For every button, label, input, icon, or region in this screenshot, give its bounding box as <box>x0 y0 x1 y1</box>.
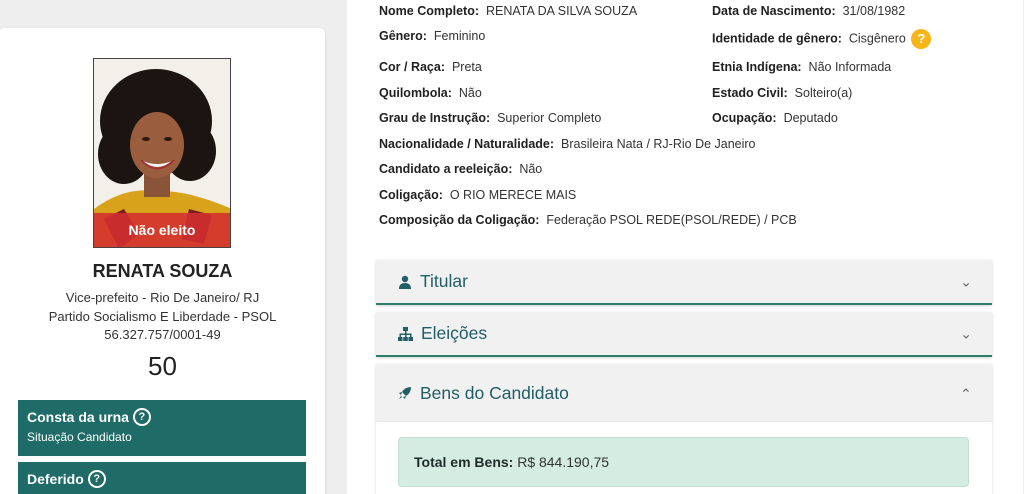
accordion-header[interactable]: Eleições <box>376 312 992 355</box>
value: RENATA DA SILVA SOUZA <box>485 4 638 18</box>
field-coligacao: Coligação: O RIO MERECE MAIS <box>379 188 576 202</box>
value: O RIO MERECE MAIS <box>449 188 577 202</box>
accordion-title: Bens do Candidato <box>420 382 569 403</box>
status-urna-label: Consta da urna <box>27 409 129 425</box>
status-card-title: Consta da urna ? <box>27 408 297 426</box>
status-card-urna: Consta da urna ? Situação Candidato <box>18 400 306 456</box>
candidate-photo: Não eleito <box>93 58 231 248</box>
chevron-up-icon[interactable]: ⌄ <box>960 385 972 402</box>
field-identidade-genero: Identidade de gênero: Cisgênero ? <box>712 29 932 49</box>
status-deferido-label: Deferido <box>27 471 84 487</box>
candidate-number: 50 <box>148 351 177 381</box>
candidate-name: RENATA SOUZA <box>92 261 233 281</box>
accordion-title: Titular <box>420 271 468 291</box>
value: Solteiro(a) <box>794 86 853 100</box>
value: Superior Completo <box>497 111 602 125</box>
value: Feminino <box>433 29 486 43</box>
label: Grau de Instrução: <box>379 111 491 125</box>
accordion-title: Eleições <box>421 323 488 343</box>
value: Federação PSOL REDE(PSOL/REDE) / PCB <box>546 213 797 227</box>
rocket-icon <box>399 387 411 399</box>
candidate-office: Vice-prefeito - Rio De Janeiro/ RJ <box>65 290 260 305</box>
field-nascimento: Data de Nascimento: 31/08/1982 <box>712 4 905 18</box>
candidate-cnpj: 56.327.757/0001-49 <box>104 327 221 342</box>
question-circle-icon[interactable]: ? <box>132 408 151 426</box>
accordion-header[interactable]: Bens do Candidato <box>376 364 992 422</box>
accordion-bens-body: Total em Bens: R$ 844.190,75 <box>376 422 992 494</box>
field-etnia: Etnia Indígena: Não Informada <box>712 60 891 74</box>
status-card-title: Deferido ? <box>27 470 297 488</box>
value: Deputado <box>783 111 838 125</box>
user-icon <box>399 275 411 289</box>
value: Não <box>458 86 482 100</box>
total-bens-label: Total em Bens: <box>414 454 514 470</box>
field-reeleicao: Candidato a reeleição: Não <box>379 162 542 176</box>
label: Quilombola: <box>379 86 452 100</box>
label: Etnia Indígena: <box>712 60 802 74</box>
chevron-down-icon[interactable]: ⌄ <box>960 325 972 342</box>
value: Não <box>519 162 543 176</box>
accordion-bens[interactable]: Bens do Candidato ⌄ <box>376 364 992 422</box>
field-composicao-coligacao: Composição da Coligação: Federação PSOL … <box>379 213 797 227</box>
status-card-subtitle: Situação Candidato <box>27 430 132 444</box>
label: Coligação: <box>379 188 443 202</box>
value: Preta <box>451 60 482 74</box>
value: Não Informada <box>808 60 892 74</box>
label: Cor / Raça: <box>379 60 445 74</box>
value: Brasileira Nata / RJ-Rio De Janeiro <box>561 137 756 151</box>
label: Identidade de gênero: <box>712 31 842 46</box>
label: Nacionalidade / Naturalidade: <box>379 137 555 151</box>
field-ocupacao: Ocupação: Deputado <box>712 111 838 125</box>
accordion-header[interactable]: Titular <box>376 260 992 303</box>
accordion-titular[interactable]: Titular ⌄ <box>376 260 992 305</box>
total-bens-box: Total em Bens: R$ 844.190,75 <box>398 437 969 487</box>
help-tooltip-icon[interactable]: ? <box>911 29 932 49</box>
total-bens-value: R$ 844.190,75 <box>517 454 610 470</box>
field-grau-instrucao: Grau de Instrução: Superior Completo <box>379 111 601 125</box>
label: Nome Completo: <box>379 4 479 18</box>
field-quilombola: Quilombola: Não <box>379 86 482 100</box>
sitemap-icon <box>398 326 413 341</box>
candidate-card: Não eleito RENATA SOUZA Vice-prefeito - … <box>0 28 325 494</box>
field-nacionalidade: Nacionalidade / Naturalidade: Brasileira… <box>379 137 756 151</box>
label: Candidato a reeleição: <box>379 162 513 176</box>
field-nome: Nome Completo: RENATA DA SILVA SOUZA <box>379 4 637 18</box>
label: Estado Civil: <box>712 86 788 100</box>
field-estado-civil: Estado Civil: Solteiro(a) <box>712 86 852 100</box>
question-circle-icon[interactable]: ? <box>87 470 106 488</box>
value: 31/08/1982 <box>842 4 906 18</box>
label: Ocupação: <box>712 111 777 125</box>
candidate-party: Partido Socialismo E Liberdade - PSOL <box>48 309 277 324</box>
label: Data de Nascimento: <box>712 4 836 18</box>
field-genero: Gênero: Feminino <box>379 29 485 43</box>
accordion-eleicoes[interactable]: Eleições ⌄ <box>376 312 992 357</box>
chevron-down-icon[interactable]: ⌄ <box>960 273 972 290</box>
status-card-deferido: Deferido ? <box>18 462 306 494</box>
label: Composição da Coligação: <box>379 213 540 227</box>
label: Gênero: <box>379 29 427 43</box>
election-status-banner: Não eleito <box>94 213 230 247</box>
field-cor-raca: Cor / Raça: Preta <box>379 60 482 74</box>
value: Cisgênero <box>848 31 906 46</box>
